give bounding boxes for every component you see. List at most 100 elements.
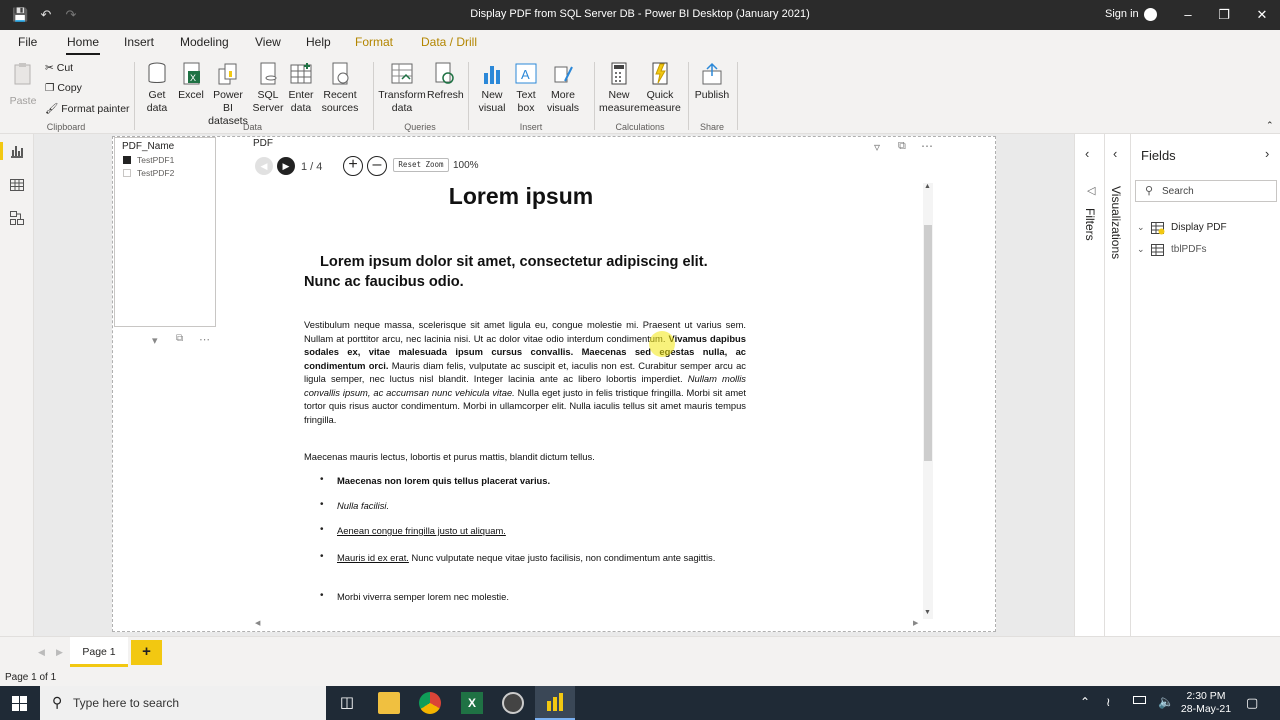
clock[interactable]: 2:30 PM 28-May-21	[1180, 690, 1232, 716]
filter-icon[interactable]: ▿	[874, 140, 880, 154]
transform-data-button[interactable]: Transform data	[378, 61, 426, 115]
refresh-button[interactable]: Refresh	[427, 61, 464, 102]
add-page-button[interactable]: +	[131, 640, 162, 665]
task-view-icon[interactable]: ◫	[336, 692, 358, 714]
tab-insert[interactable]: Insert	[124, 35, 154, 49]
copy-button[interactable]: ❐ Copy	[45, 82, 82, 94]
volume-icon[interactable]: 🔈	[1158, 694, 1174, 710]
slicer-visual[interactable]: PDF_Name TestPDF1 TestPDF2	[114, 137, 216, 327]
reset-zoom-button[interactable]: Reset Zoom	[393, 158, 449, 172]
power-bi-taskbar-item[interactable]	[535, 686, 575, 720]
app-icon[interactable]	[502, 692, 524, 714]
active-tab-indicator	[66, 53, 100, 55]
tab-file[interactable]: File	[18, 35, 37, 49]
collapse-ribbon-icon[interactable]: ⌃	[1266, 120, 1274, 131]
slicer-title: PDF_Name	[122, 141, 175, 152]
tab-format[interactable]: Format	[355, 35, 393, 49]
enter-data-button[interactable]: Enter data	[287, 61, 315, 115]
power-bi-datasets-button[interactable]: Power BI datasets	[207, 61, 249, 128]
field-table-item[interactable]: ⌄ tblPDFs	[1135, 242, 1279, 260]
get-data-button[interactable]: Get data	[140, 61, 174, 115]
ribbon: Paste ✂ Cut ❐ Copy 🖌 Format painter Clip…	[0, 56, 1280, 134]
filters-label[interactable]: Filters	[1083, 208, 1097, 241]
new-visual-button[interactable]: New visual	[476, 61, 508, 115]
group-clipboard-label: Clipboard	[46, 122, 86, 132]
focus-mode-icon[interactable]: ⧉	[898, 140, 906, 153]
tab-home[interactable]: Home	[67, 35, 99, 49]
field-table-item[interactable]: ⌄ Display PDF	[1135, 220, 1279, 238]
status-bar: Page 1 of 1	[0, 668, 1280, 686]
scissors-icon: ✂	[45, 62, 54, 74]
new-measure-button[interactable]: New measure	[599, 61, 640, 115]
recent-sources-button[interactable]: Recent sources	[318, 61, 362, 115]
cut-button[interactable]: ✂ Cut	[45, 62, 73, 74]
chevron-left-icon[interactable]: ‹	[1085, 146, 1089, 161]
more-visuals-button[interactable]: More visuals	[543, 61, 583, 115]
zoom-in-button[interactable]: +	[343, 156, 363, 176]
chrome-icon[interactable]	[419, 692, 441, 714]
scrollbar-thumb[interactable]	[924, 225, 932, 461]
file-explorer-icon[interactable]	[378, 692, 400, 714]
pdf-list-item: Maecenas non lorem quis tellus placerat …	[337, 475, 551, 486]
battery-icon[interactable]	[1133, 696, 1146, 704]
close-icon[interactable]: ✕	[1244, 0, 1280, 30]
tab-help[interactable]: Help	[306, 35, 331, 49]
taskbar-search-input[interactable]: Type here to search	[73, 696, 179, 710]
vertical-scrollbar[interactable]: ▲ ▼	[923, 183, 933, 619]
notifications-icon[interactable]: ▢	[1246, 695, 1258, 711]
previous-page-button[interactable]: ◀	[255, 157, 273, 175]
focus-mode-icon[interactable]: ⧉	[176, 333, 183, 344]
fields-search-box[interactable]: ⚲ Search	[1135, 180, 1277, 202]
chevron-left-icon[interactable]: ‹	[1113, 146, 1117, 161]
minimize-icon[interactable]: –	[1170, 0, 1206, 30]
user-avatar[interactable]	[1144, 8, 1157, 21]
scroll-up-icon[interactable]: ▲	[924, 183, 931, 190]
scroll-right-icon[interactable]: ▶	[913, 619, 918, 627]
quick-measure-button[interactable]: Quick measure	[640, 61, 681, 115]
chevron-up-icon[interactable]: ⌃	[1080, 695, 1090, 709]
tab-modeling[interactable]: Modeling	[180, 35, 229, 49]
taskbar-search[interactable]: ⚲ Type here to search	[40, 686, 326, 720]
format-painter-button[interactable]: 🖌 Format painter	[45, 102, 130, 115]
windows-start-icon[interactable]	[12, 696, 27, 711]
text-box-button[interactable]: A Text box	[511, 61, 541, 115]
scroll-left-icon[interactable]: ◀	[255, 619, 260, 627]
zoom-out-button[interactable]: –	[367, 156, 387, 176]
excel-button[interactable]: X Excel	[177, 61, 205, 102]
chevron-right-icon[interactable]: ›	[1265, 146, 1269, 161]
filter-icon[interactable]: ▾	[152, 334, 158, 347]
model-view-icon[interactable]	[9, 210, 25, 226]
checkbox-checked-icon[interactable]	[123, 156, 131, 164]
zoom-level: 100%	[453, 160, 479, 171]
tab-view[interactable]: View	[255, 35, 281, 49]
checkbox-unchecked-icon[interactable]	[123, 169, 131, 177]
visualizations-pane-collapsed[interactable]: ‹ Visualizations	[1104, 134, 1130, 636]
chevron-down-icon[interactable]: ⌄	[1137, 244, 1145, 255]
report-view-icon[interactable]	[9, 143, 25, 159]
paste-button[interactable]: Paste	[8, 61, 38, 107]
restore-icon[interactable]: ❐	[1206, 0, 1242, 30]
visualizations-label[interactable]: Visualizations	[1109, 186, 1123, 259]
data-view-icon[interactable]	[9, 177, 25, 193]
more-options-icon[interactable]: ⋯	[921, 139, 933, 153]
network-icon[interactable]: ≀	[1106, 695, 1111, 709]
previous-page-tab-icon[interactable]: ◀	[38, 647, 45, 658]
power-bi-icon	[547, 693, 563, 711]
page-tab[interactable]: Page 1	[70, 637, 128, 667]
next-page-tab-icon[interactable]: ▶	[56, 647, 63, 658]
bullet-icon: •	[320, 474, 324, 485]
excel-app-icon[interactable]: X	[461, 692, 483, 714]
tab-data-drill[interactable]: Data / Drill	[421, 35, 477, 49]
horizontal-scrollbar[interactable]: ◀ ▶	[255, 619, 923, 629]
more-options-icon[interactable]: ⋯	[199, 333, 210, 346]
search-input[interactable]: Search	[1162, 186, 1194, 197]
chevron-down-icon[interactable]: ⌄	[1137, 222, 1145, 233]
sql-server-button[interactable]: SQL Server	[252, 61, 284, 115]
next-page-button[interactable]: ▶	[277, 157, 295, 175]
bar-chart-icon	[480, 61, 504, 87]
publish-button[interactable]: Publish	[694, 61, 730, 102]
refresh-icon	[432, 61, 456, 87]
sign-in-link[interactable]: Sign in	[1105, 8, 1139, 20]
filters-pane-collapsed[interactable]: ‹ ◁ Filters	[1074, 134, 1104, 636]
scroll-down-icon[interactable]: ▼	[924, 609, 931, 616]
